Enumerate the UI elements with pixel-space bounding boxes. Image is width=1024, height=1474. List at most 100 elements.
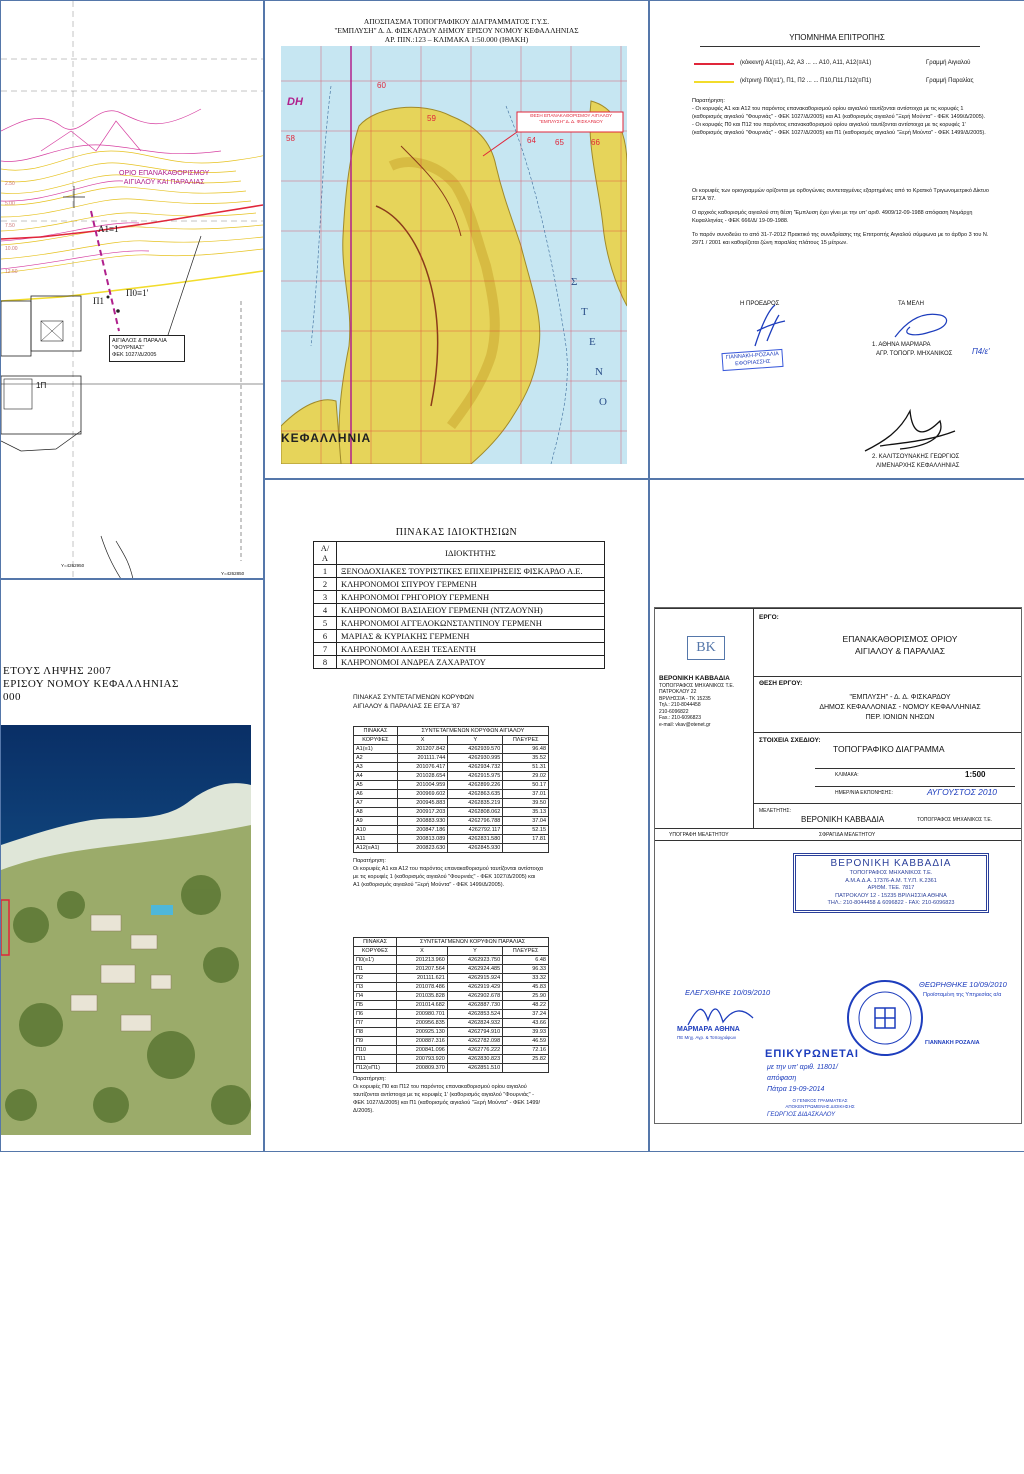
legend-line-2-name: Γραμμή Παραλίας bbox=[926, 78, 974, 84]
map-grid-number-60: 60 bbox=[377, 81, 386, 90]
paralia-coordinate-cell: 25.82 bbox=[502, 1054, 549, 1064]
stamp-line-1: ΒΕΡΟΝΙΚΗ ΚΑΒΒΑΔΙΑ bbox=[830, 858, 952, 869]
ownership-row-owner: ΚΛΗΡΟΝΟΜΟΙ ΓΡΗΓΟΡΙΟΥ ΓΕΡΜΕΝΗ bbox=[336, 590, 605, 604]
ownership-row-owner: ΞΕΝΟΔΟΧΙΑΚΕΣ ΤΟΥΡΙΣΤΙΚΕΣ ΕΠΙΧΕΙΡΗΣΕΙΣ ΦΙ… bbox=[336, 564, 605, 578]
aigialos-coordinate-cell: A3 bbox=[353, 762, 398, 772]
aigialos-coordinate-row: A11 200813.089 4262831.580 17.81 bbox=[353, 834, 549, 844]
aigialos-coordinate-cell: 37.01 bbox=[502, 789, 549, 799]
aigialos-coordinate-cell: A6 bbox=[353, 789, 398, 799]
contour-label-3: 7.50 bbox=[5, 223, 15, 229]
gen-sec-line-2: ΑΠΟΚΕΝΤΡΩΜΕΝΗΣ ΔΙΟΙΚΗΣΗΣ bbox=[785, 1103, 855, 1109]
ownership-row-owner: ΚΛΗΡΟΝΟΜΟΙ ΑΝΔΡΕΑ ΖΑΧΑΡΑΤΟΥ bbox=[336, 655, 605, 669]
member-2-role: ΛΙΜΕΝΑΡΧΗΣ ΚΕΦΑΛΛΗΝΙΑΣ bbox=[876, 463, 960, 469]
president-signature bbox=[754, 304, 786, 347]
ownership-row-number: 8 bbox=[313, 655, 337, 669]
paralia-coordinate-cell: 200841.096 bbox=[396, 1045, 448, 1055]
legend-line-yellow bbox=[694, 81, 734, 83]
aigialos-note: Οι κορυφές Α1 και Α12 του παρόντος επανα… bbox=[353, 866, 543, 888]
paralia-coordinate-row: Π0(≡1') 201213.960 4262923.750 6.48 bbox=[352, 955, 549, 965]
paralia-coordinate-cell: Π3 bbox=[352, 982, 398, 992]
orthophoto-panel: ΕΤΟΥΣ ΛΗΨΗΣ 2007 ΕΡΙΣΟΥ ΝΟΜΟΥ ΚΕΦΑΛΛΗΝΙΑ… bbox=[0, 578, 264, 1152]
paralia-coordinate-cell: 4262830.823 bbox=[446, 1054, 504, 1064]
aigialos-coordinate-cell: 4262863.635 bbox=[447, 789, 504, 799]
ownership-row-number: 3 bbox=[313, 590, 337, 604]
ownership-row: 8 ΚΛΗΡΟΝΟΜΟΙ ΑΝΔΡΕΑ ΖΑΧΑΡΑΤΟΥ bbox=[313, 655, 605, 669]
aigialos-coordinate-row: A8 200917.203 4262808.062 35.13 bbox=[353, 807, 549, 817]
ownership-row: 1 ΞΕΝΟΔΟΧΙΑΚΕΣ ΤΟΥΡΙΣΤΙΚΕΣ ΕΠΙΧΕΙΡΗΣΕΙΣ Φ… bbox=[313, 564, 605, 578]
paralia-coordinate-row: Π3 201078.486 4262919.429 45.83 bbox=[352, 982, 549, 992]
map-grid-number-64: 64 bbox=[527, 136, 536, 145]
date-value: ΑΥΓΟΥΣΤΟΣ 2010 bbox=[927, 787, 998, 797]
paralia-coordinate-cell: 4262902.678 bbox=[446, 991, 504, 1001]
ownership-row-owner: ΚΛΗΡΟΝΟΜΟΙ ΑΛΕΞΗ ΤΕΣΑΕΝΤΗ bbox=[336, 642, 605, 656]
aigialos-h-title: ΣΥΝΤΕΤΑΓΜΕΝΩΝ ΚΟΡΥΦΩΝ ΑΙΓΙΑΛΟΥ bbox=[396, 726, 550, 736]
aigialos-coordinate-row: A5 201004.959 4262899.226 50.17 bbox=[353, 780, 549, 790]
paralia-coordinate-cell: Π11 bbox=[352, 1054, 398, 1064]
map-drawing bbox=[281, 46, 627, 464]
aigialos-coordinate-cell: 4262939.570 bbox=[447, 744, 504, 754]
thesi-line-1: "ΕΜΠΛΥΣΗ" - Δ. Δ. ΦΙΣΚΑΡΔΟΥ bbox=[849, 694, 951, 701]
legend-title: ΥΠΟΜΝΗΜΑ ΕΠΙΤΡΟΠΗΣ bbox=[789, 33, 885, 42]
contour-label-5: 12.50 bbox=[5, 269, 18, 275]
ownership-row: 5 ΚΛΗΡΟΝΟΜΟΙ ΑΓΓΕΛΟΚΩΝΣΤΑΝΤΙΝΟΥ ΓΕΡΜΕΝΗ bbox=[313, 616, 605, 630]
paralia-column-header: ΠΛΕΥΡΕΣ bbox=[502, 946, 549, 956]
paralia-coordinate-cell: 4262782.098 bbox=[446, 1036, 504, 1046]
paralia-coordinate-cell: 4262923.750 bbox=[446, 955, 504, 965]
beach-ref-line-2: "ΦΟΥΡΝΙΑΣ" bbox=[112, 345, 145, 351]
paralia-coordinate-cell: 4262915.924 bbox=[446, 973, 504, 983]
stamp-line-3: Α.Μ.Α.Δ.Α. 17376-Α.Μ. Τ.Υ.Π. Κ.2361 bbox=[845, 877, 937, 884]
paralia-note-head: Παρατήρηση: bbox=[353, 1076, 386, 1082]
grid-coordinate-x: Y=4262950 bbox=[61, 563, 85, 568]
aigialos-coordinate-cell: 29.02 bbox=[502, 771, 549, 781]
checker-role: ΠΕ Μηχ. Αγρ. & Τοπογράφων bbox=[677, 1035, 737, 1040]
map-grid-number-66: 66 bbox=[591, 138, 600, 147]
gen-sec-name: ΓΕΩΡΓΙΟΣ ΔΙΔΑΣΚΑΛΟΥ bbox=[767, 1112, 836, 1118]
aigialos-coordinate-cell: 51.31 bbox=[502, 762, 549, 772]
paralia-column-header: ΚΟΡΥΦΕΣ bbox=[352, 946, 398, 956]
paralia-coordinate-row: Π11 200793.920 4262830.823 25.82 bbox=[352, 1054, 549, 1064]
paralia-coordinate-cell: Π7 bbox=[352, 1018, 398, 1028]
aigialos-coordinate-cell: A12(≡A1) bbox=[353, 843, 398, 853]
aigialos-coordinates-table: ΠΙΝΑΚΑΣ ΣΥΝΤΕΤΑΓΜΕΝΩΝ ΚΟΡΥΦΩΝ ΑΙΓΙΑΛΟΥ Κ… bbox=[353, 726, 550, 853]
paralia-coordinate-row: Π10 200841.096 4262776.222 72.16 bbox=[352, 1045, 549, 1055]
legend-line-1-name: Γραμμή Αιγιαλού bbox=[926, 60, 971, 66]
ownership-row-number: 1 bbox=[313, 564, 337, 578]
map-sea-letter-2: Τ bbox=[581, 306, 588, 318]
paralia-coordinate-cell: 200980.701 bbox=[396, 1009, 448, 1019]
legend-note-1: - Οι κορυφές Α1 και Α12 του παρόντος επα… bbox=[692, 106, 986, 120]
paralia-coordinate-cell: 4262919.429 bbox=[446, 982, 504, 992]
paralia-coordinate-row: Π2 201111.621 4262915.924 33.32 bbox=[352, 973, 549, 983]
map-title-line-2: "ΕΜΠΛΥΣΗ" Δ. Δ. ΦΙΣΚΑΡΔΟΥ ΔΗΜΟΥ ΕΡΙΣΟΥ Ν… bbox=[334, 26, 579, 35]
member-1-handwritten: Π4/ε' bbox=[972, 347, 990, 356]
aigialos-coordinate-cell: 37.04 bbox=[502, 816, 549, 826]
paralia-coordinate-row: Π8 200925.130 4262794.910 39.93 bbox=[352, 1027, 549, 1037]
ownership-table: Α/Α ΙΔΙΟΚΤΗΤΗΣ 1 ΞΕΝΟΔΟΧΙΑΚΕΣ ΤΟΥΡΙΣΤΙΚΕΣ… bbox=[313, 541, 605, 669]
paralia-coordinate-cell: 48.22 bbox=[502, 1000, 549, 1010]
vertex-label-a1: A1≡1 bbox=[98, 224, 119, 234]
ergo-label: ΕΡΓΟ: bbox=[759, 614, 779, 621]
ownership-row: 3 ΚΛΗΡΟΝΟΜΟΙ ΓΡΗΓΟΡΙΟΥ ΓΕΡΜΕΝΗ bbox=[313, 590, 605, 604]
aigialos-coordinate-cell: A11 bbox=[353, 834, 398, 844]
beach-reference-box: ΑΙΓΙΑΛΟΣ & ΠΑΡΑΛΙΑ "ΦΟΥΡΝΙΑΣ" ΦΕΚ 1027/Δ… bbox=[109, 335, 185, 362]
paralia-coordinate-cell: 72.16 bbox=[502, 1045, 549, 1055]
map-grid-number-59: 59 bbox=[427, 114, 436, 123]
aigialos-coordinate-cell: 200969.602 bbox=[396, 789, 449, 799]
thesi-line-3: ΠΕΡ. ΙΟΝΙΩΝ ΝΗΣΩΝ bbox=[865, 714, 935, 721]
certified-sub: Προϊσταμένη της Υπηρεσίας α/α bbox=[923, 992, 1002, 998]
ownership-col-aa: Α/Α bbox=[313, 541, 337, 565]
aigialos-coordinate-cell: A5 bbox=[353, 780, 398, 790]
member-2-signature bbox=[864, 408, 956, 452]
paralia-coordinate-cell: Π8 bbox=[352, 1027, 398, 1037]
ergo-line-2: ΑΙΓΙΑΛΟΥ & ΠΑΡΑΛΙΑΣ bbox=[855, 646, 945, 656]
aigialos-coordinate-cell: 50.17 bbox=[502, 780, 549, 790]
paralia-coordinate-cell: 200925.130 bbox=[396, 1027, 448, 1037]
committee-legend-panel: ΥΠΟΜΝΗΜΑ ΕΠΙΤΡΟΠΗΣ (κόκκινη) Α1(≡1), Α2,… bbox=[649, 0, 1024, 480]
aigialos-coordinate-cell: 52.15 bbox=[502, 825, 549, 835]
aigialos-coordinate-cell: A7 bbox=[353, 798, 398, 808]
aigialos-coordinate-row: A7 200945.883 4262835.219 39.50 bbox=[353, 798, 549, 808]
paralia-coordinate-cell: 4262887.730 bbox=[446, 1000, 504, 1010]
aigialos-coordinate-cell: 4262934.732 bbox=[447, 762, 504, 772]
surveyor-stamp: ΒΕΡΟΝΙΚΗ ΚΑΒΒΑΔΙΑ ΤΟΠΟΓΡΑΦΟΣ ΜΗΧΑΝΙΚΟΣ Τ… bbox=[793, 853, 989, 913]
meletitis-name: ΒΕΡΟΝΙΚΗ ΚΑΒΒΑΔΙΑ bbox=[801, 815, 885, 824]
paralia-coordinate-cell: 200793.920 bbox=[396, 1054, 448, 1064]
